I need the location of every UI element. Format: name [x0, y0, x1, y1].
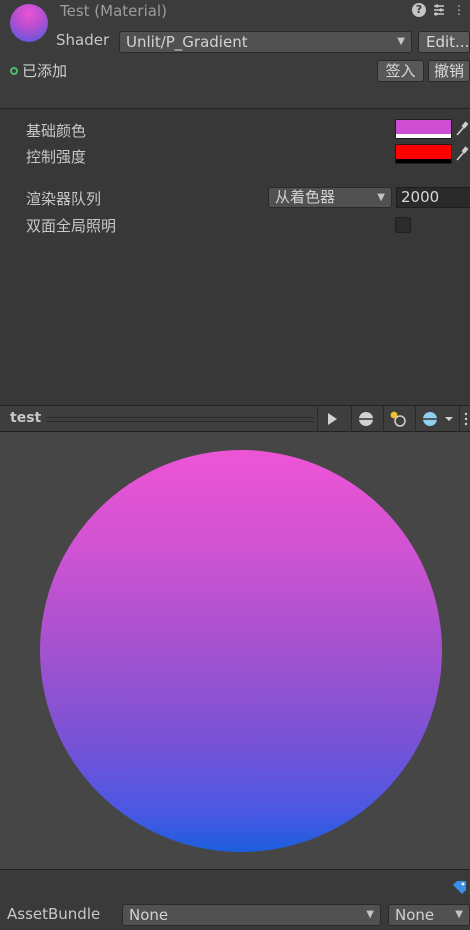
render-queue-value-field[interactable]: 2000: [396, 187, 470, 208]
assetbundle-variant-dropdown[interactable]: None ▼: [388, 904, 470, 926]
base-color-fill: [396, 120, 451, 134]
preview-title: test: [10, 410, 42, 426]
edit-shader-button[interactable]: Edit...: [418, 31, 470, 53]
assetbundle-name-dropdown[interactable]: None ▼: [122, 904, 381, 926]
double-sided-gi-label: 双面全局照明: [26, 217, 117, 235]
material-thumbnail: [10, 4, 48, 42]
control-strength-fill: [396, 145, 451, 159]
preview-mesh-button[interactable]: [351, 406, 379, 432]
vcs-status: 已添加: [10, 60, 67, 81]
assetbundle-label: AssetBundle: [7, 905, 101, 923]
shader-dropdown[interactable]: Unlit/P_Gradient ▼: [119, 31, 412, 53]
render-queue-dropdown[interactable]: 从着色器 ▼: [268, 187, 392, 208]
light-icon: [390, 411, 406, 427]
assetbundle-name-value: None: [129, 906, 169, 924]
material-title: Test (Material): [60, 2, 167, 20]
base-color-label: 基础颜色: [26, 122, 87, 140]
render-queue-label: 渲染器队列: [26, 190, 102, 208]
chevron-down-icon: ▼: [377, 192, 385, 203]
preview-sphere[interactable]: [40, 450, 442, 852]
render-queue-mode: 从着色器: [275, 188, 336, 206]
play-button[interactable]: [317, 406, 345, 432]
header-divider: [0, 108, 470, 109]
chevron-down-icon: ▼: [397, 36, 405, 47]
chevron-down-icon: ▼: [455, 909, 463, 920]
control-strength-label: 控制强度: [26, 148, 87, 166]
assetbundle-variant-value: None: [395, 906, 435, 924]
presets-icon[interactable]: [432, 3, 446, 17]
play-icon: [328, 413, 337, 425]
preview-resize-grip[interactable]: [46, 417, 314, 422]
eyedropper-icon[interactable]: [455, 121, 469, 137]
shader-value: Unlit/P_Gradient: [126, 33, 248, 51]
eyedropper-icon[interactable]: [455, 146, 469, 162]
revert-button[interactable]: 撤销: [428, 60, 470, 82]
help-icon[interactable]: ?: [412, 3, 426, 17]
preview-sky-icon: [423, 412, 453, 426]
header-icons: ? ⋮: [412, 3, 466, 17]
shader-label: Shader: [56, 31, 110, 49]
sign-in-button[interactable]: 签入: [377, 60, 424, 82]
chevron-down-icon: ▼: [366, 909, 374, 920]
base-color-swatch[interactable]: [395, 119, 452, 139]
base-color-alpha-bar: [396, 134, 451, 138]
label-tag-icon[interactable]: [452, 880, 468, 894]
control-strength-swatch[interactable]: [395, 144, 452, 164]
added-label: 已添加: [22, 62, 68, 80]
sphere-mesh-icon: [359, 412, 373, 426]
preview-background-dropdown[interactable]: [415, 406, 459, 432]
preview-toolbar: test: [0, 405, 470, 432]
preview-more-icon[interactable]: [459, 406, 470, 432]
added-status-icon: [10, 66, 18, 75]
material-header: Test (Material) ? ⋮ Shader Unlit/P_Gradi…: [0, 0, 470, 108]
control-strength-alpha-bar: [396, 159, 451, 163]
more-options-icon[interactable]: ⋮: [452, 3, 466, 17]
preview-light-button[interactable]: [383, 406, 411, 432]
double-sided-gi-checkbox[interactable]: [395, 217, 411, 233]
